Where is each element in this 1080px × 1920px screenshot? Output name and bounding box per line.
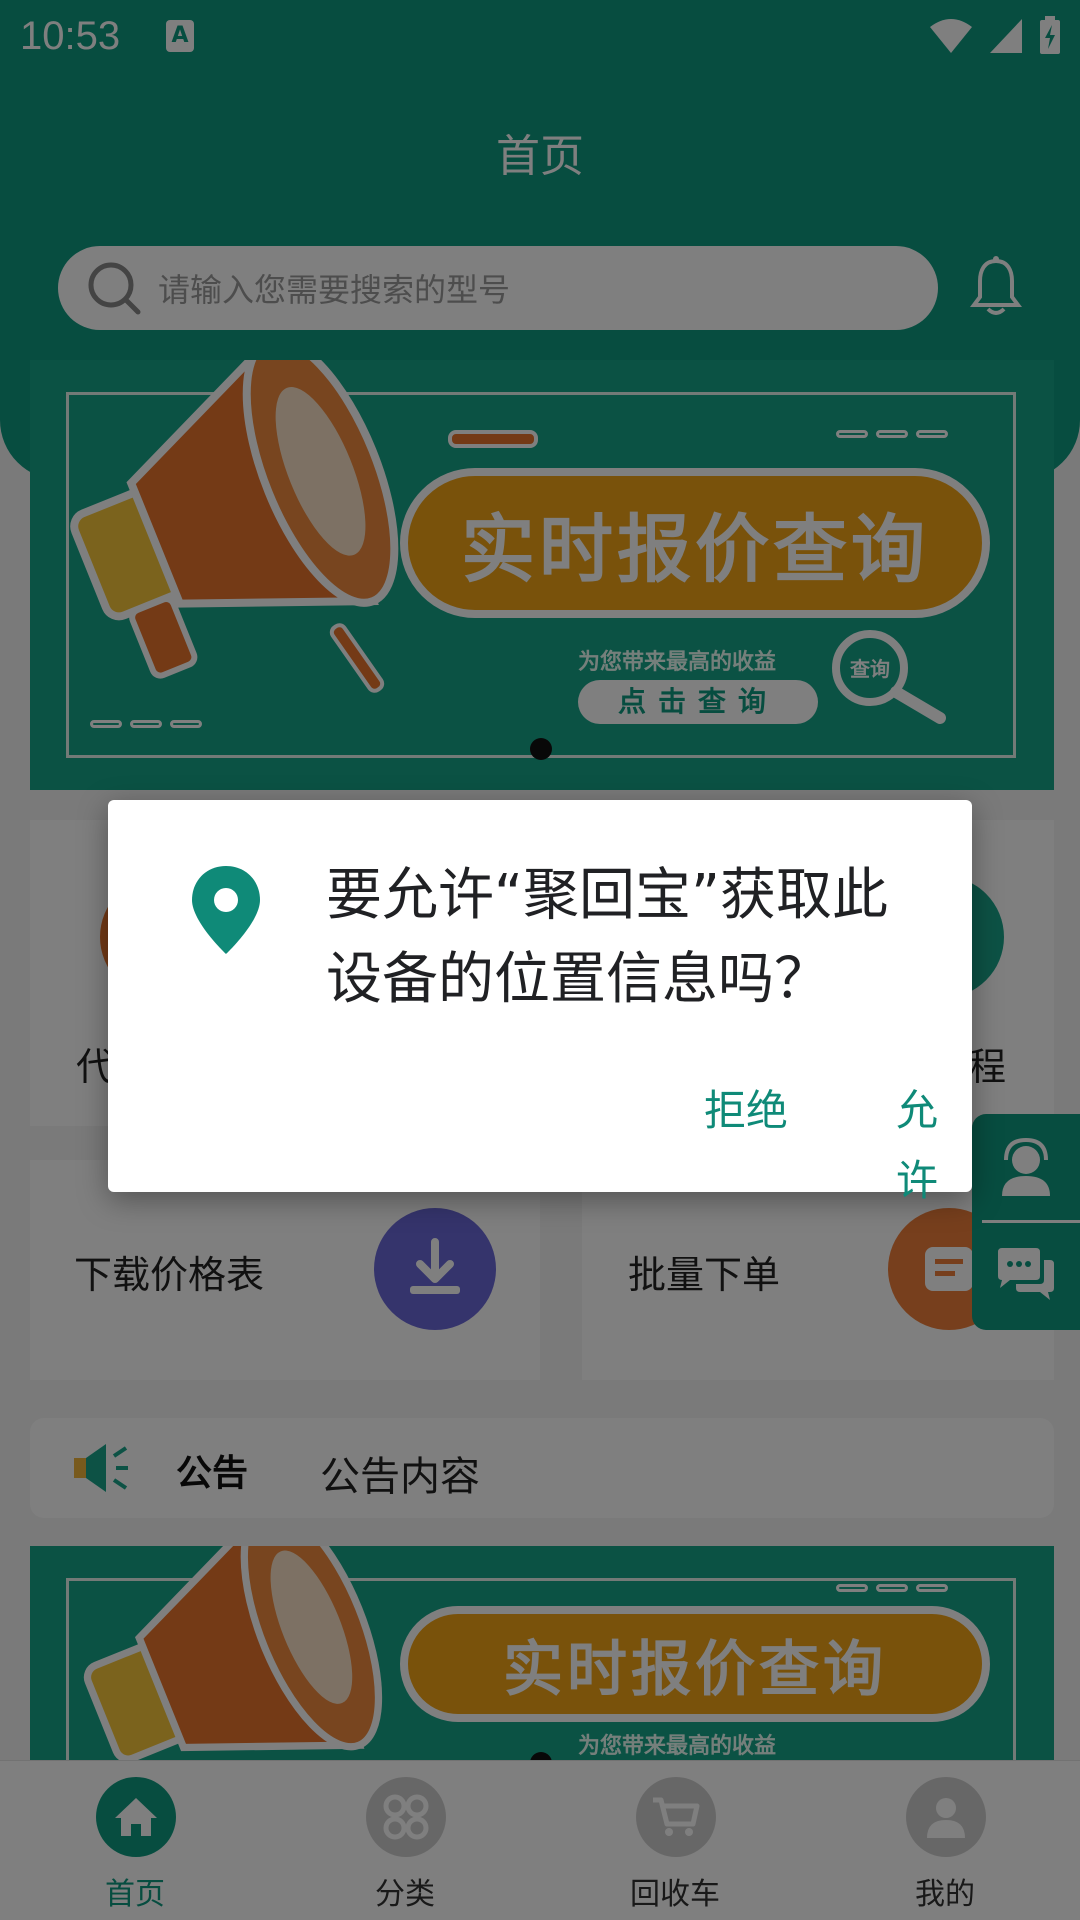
location-pin-icon	[192, 866, 260, 954]
location-permission-dialog: 要允许“聚回宝”获取此设备的位置信息吗？ 拒绝 允许	[108, 800, 972, 1205]
deny-button[interactable]: 拒绝	[678, 1076, 814, 1146]
allow-button[interactable]: 允许	[870, 1076, 972, 1205]
dialog-message: 要允许“聚回宝”获取此设备的位置信息吗？	[326, 863, 889, 1012]
app-screen: 10:53 A 首页 请输入您需要搜索的型号 实时报价查询 为您带来最高	[0, 0, 1080, 1920]
